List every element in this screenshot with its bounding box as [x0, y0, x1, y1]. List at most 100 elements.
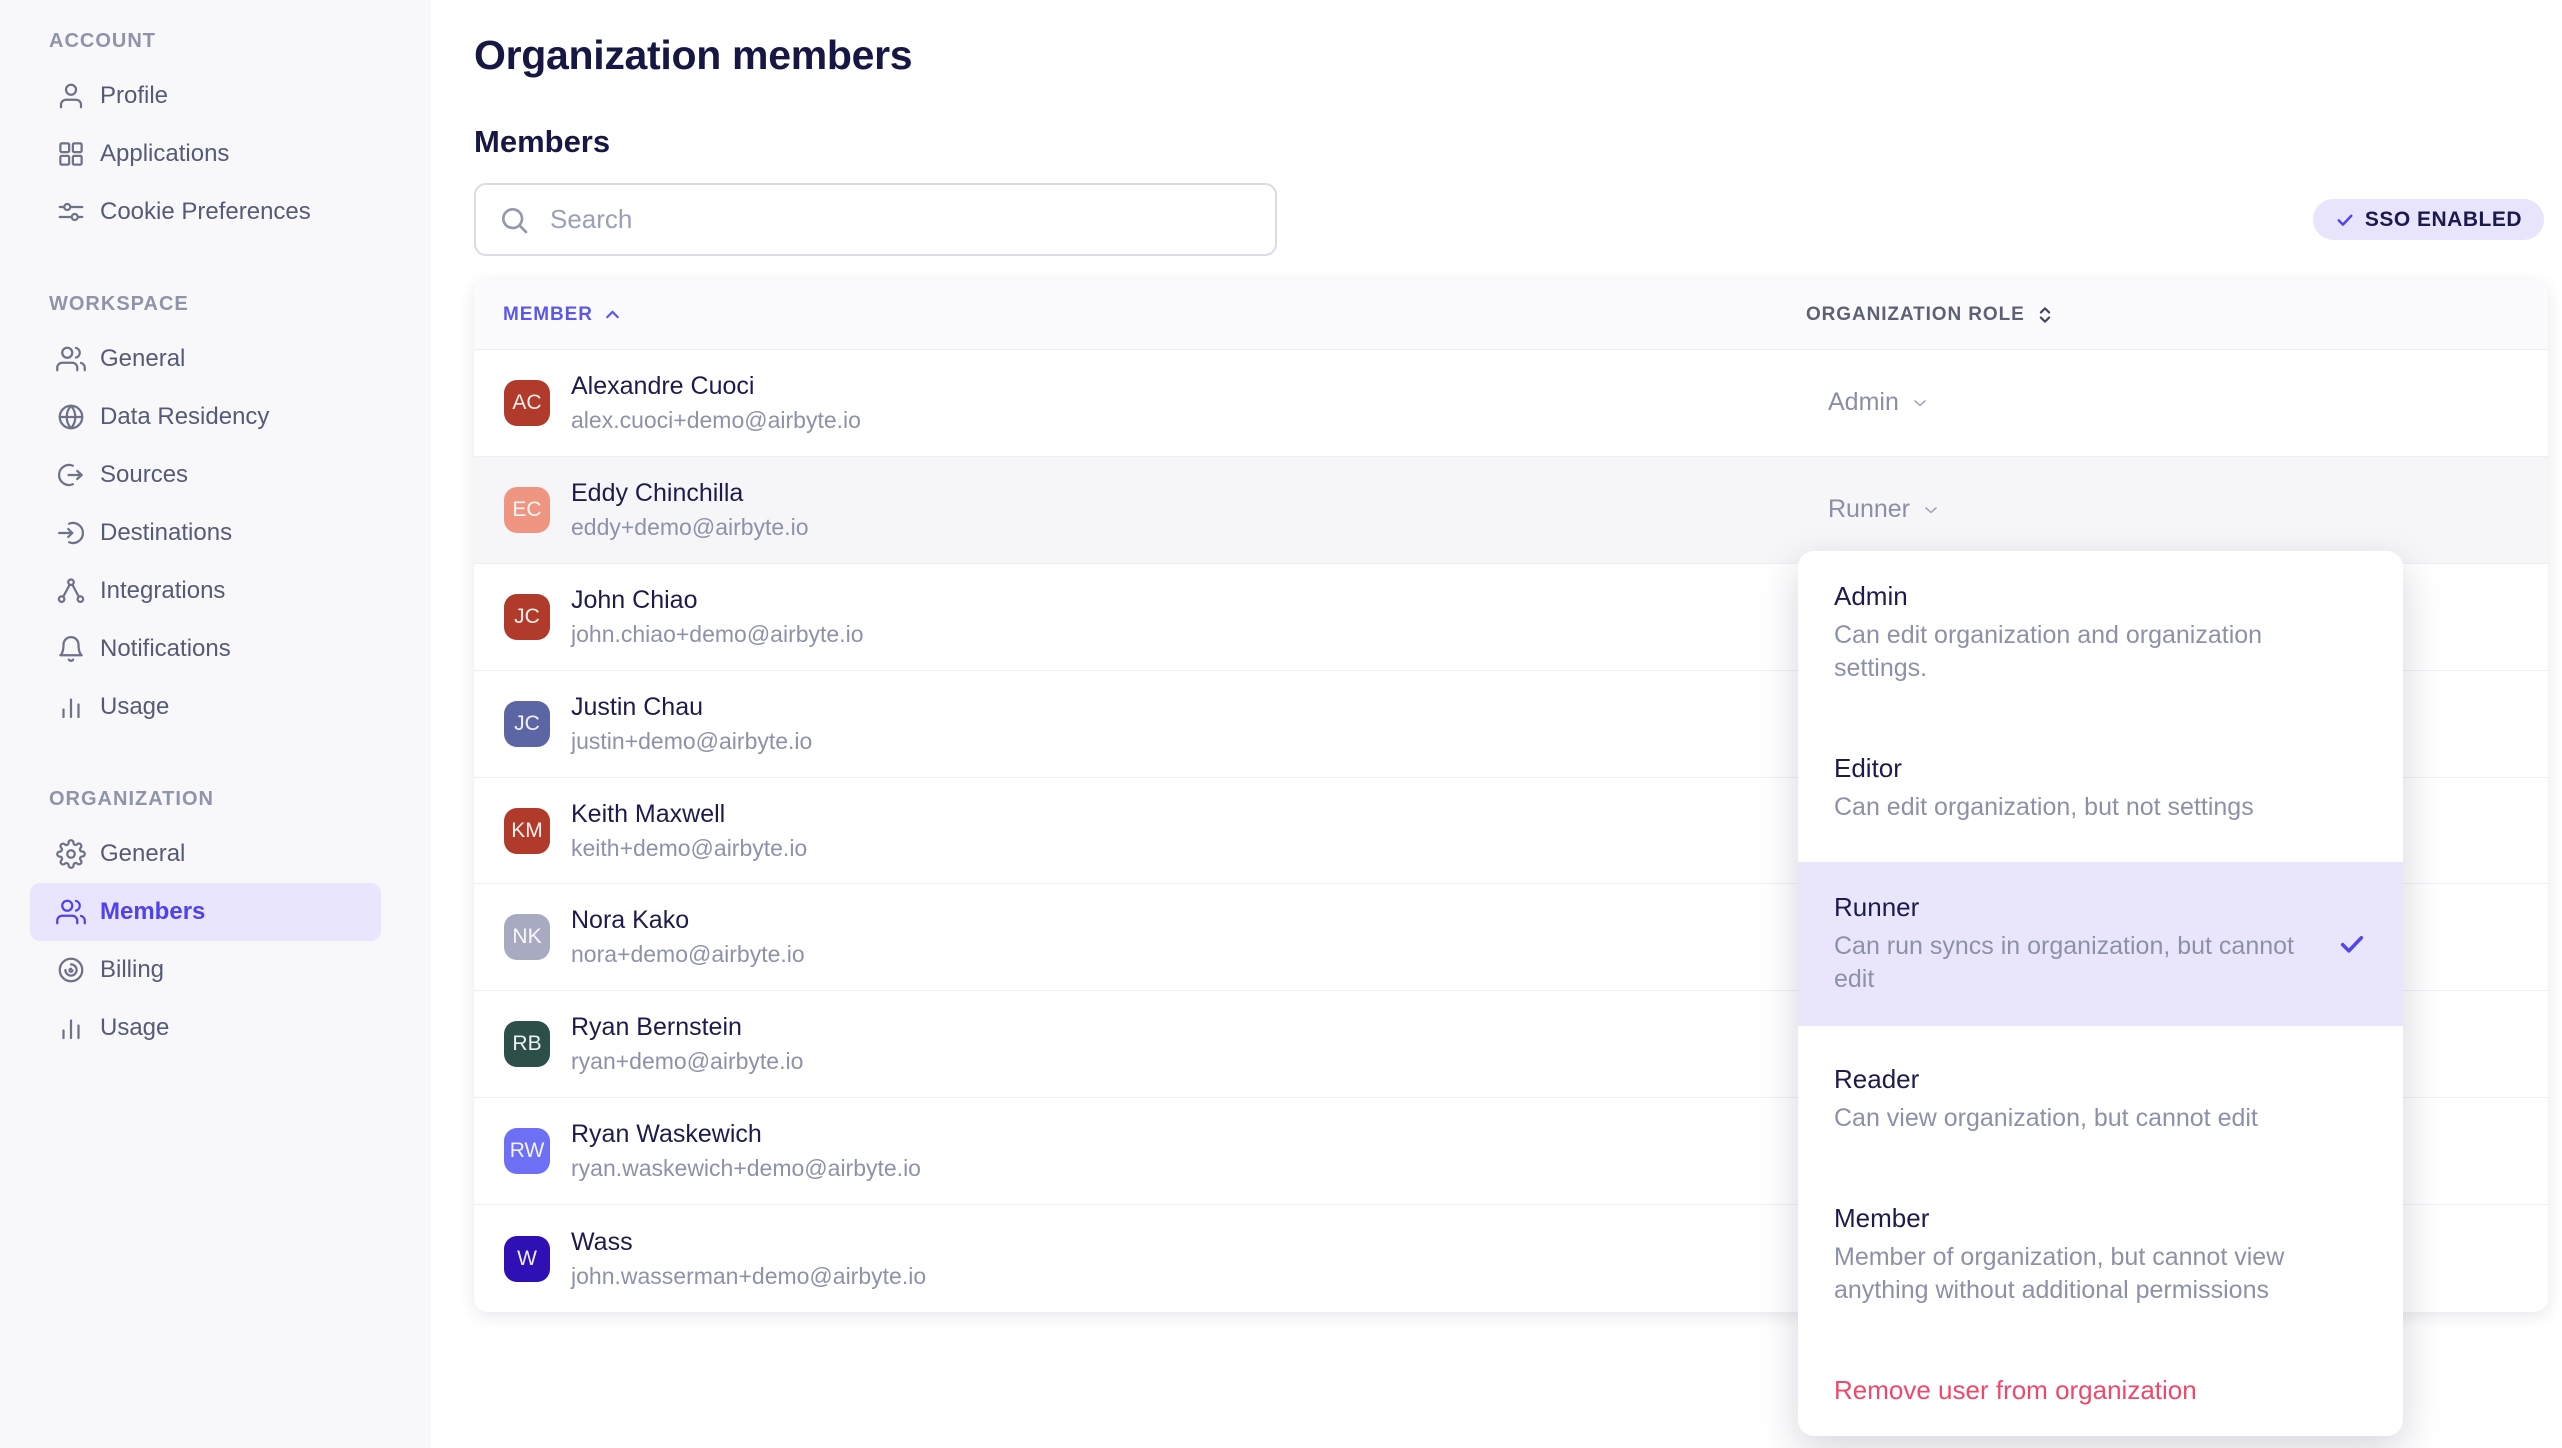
sliders-icon: [56, 197, 86, 227]
sidebar-item-label: Applications: [100, 140, 229, 168]
member-name: Alexandre Cuoci: [571, 372, 861, 401]
sidebar-section-label: WORKSPACE: [49, 293, 431, 316]
role-select[interactable]: Runner: [1806, 495, 2548, 524]
member-cell: JC John Chiaojohn.chiao+demo@airbyte.io: [474, 586, 1806, 648]
chevron-down-icon: [1921, 500, 1941, 520]
sidebar-item-sources[interactable]: Sources: [30, 446, 381, 504]
member-info: Keith Maxwellkeith+demo@airbyte.io: [571, 800, 807, 862]
member-info: Eddy Chinchillaeddy+demo@airbyte.io: [571, 479, 809, 541]
sidebar-item-usage[interactable]: Usage: [30, 999, 381, 1057]
sidebar-item-billing[interactable]: Billing: [30, 941, 381, 999]
member-name: Nora Kako: [571, 906, 805, 935]
organization-members-page: ACCOUNT Profile Applications Cookie Prefere…: [0, 0, 2562, 1448]
member-name: Wass: [571, 1228, 926, 1257]
sidebar-item-general[interactable]: General: [30, 825, 381, 883]
role-select[interactable]: Admin: [1806, 388, 2548, 417]
sidebar-item-applications[interactable]: Applications: [30, 125, 381, 183]
sidebar-section-account: ACCOUNT Profile Applications Cookie Prefere…: [0, 30, 431, 241]
member-cell: NKNora Kakonora+demo@airbyte.io: [474, 906, 1806, 968]
sidebar-item-destinations[interactable]: Destinations: [30, 504, 381, 562]
sidebar-item-label: Cookie Preferences: [100, 198, 311, 226]
member-cell: EC Eddy Chinchillaeddy+demo@airbyte.io: [474, 479, 1806, 541]
integrations-icon: [56, 576, 86, 606]
remove-user-button[interactable]: Remove user from organization: [1798, 1345, 2403, 1436]
role-option-title: Admin: [1834, 581, 2367, 612]
check-icon: [2335, 210, 2355, 230]
role-option-editor[interactable]: EditorCan edit organization, but not set…: [1798, 723, 2403, 854]
member-info: Ryan Waskewichryan.waskewich+demo@airbyt…: [571, 1120, 921, 1182]
role-option-reader[interactable]: ReaderCan view organization, but cannot …: [1798, 1034, 2403, 1165]
sidebar-item-label: Sources: [100, 461, 188, 489]
chevron-down-icon: [1910, 393, 1930, 413]
sidebar-item-integrations[interactable]: Integrations: [30, 562, 381, 620]
role-option-runner[interactable]: RunnerCan run syncs in organization, but…: [1798, 862, 2403, 1026]
member-email: ryan+demo@airbyte.io: [571, 1048, 803, 1075]
source-icon: [56, 460, 86, 490]
grid-icon: [56, 139, 86, 169]
member-info: Alexandre Cuocialex.cuoci+demo@airbyte.i…: [571, 372, 861, 434]
role-option-description: Can edit organization and organization s…: [1834, 619, 2304, 685]
avatar: NK: [504, 914, 550, 960]
avatar: JC: [504, 701, 550, 747]
sidebar-item-label: Usage: [100, 693, 169, 721]
member-info: Justin Chaujustin+demo@airbyte.io: [571, 693, 812, 755]
role-option-admin[interactable]: Admin Can edit organization and organizat…: [1798, 551, 2403, 715]
member-column-header[interactable]: MEMBER: [474, 304, 1806, 326]
member-cell: AC Alexandre Cuocialex.cuoci+demo@airbyte…: [474, 372, 1806, 434]
avatar: KM: [504, 808, 550, 854]
avatar: W: [504, 1236, 550, 1282]
member-cell: KM Keith Maxwellkeith+demo@airbyte.io: [474, 800, 1806, 862]
sidebar-item-label: Data Residency: [100, 403, 269, 431]
bell-icon: [56, 634, 86, 664]
settings-sidebar: ACCOUNT Profile Applications Cookie Prefere…: [0, 0, 431, 1448]
sidebar-item-general[interactable]: General: [30, 330, 381, 388]
sort-toggle-icon: [2034, 304, 2056, 326]
sidebar-item-label: Integrations: [100, 577, 225, 605]
role-option-title: Reader: [1834, 1064, 2367, 1095]
avatar: EC: [504, 487, 550, 533]
member-email: eddy+demo@airbyte.io: [571, 514, 809, 541]
gear-icon: [56, 839, 86, 869]
sidebar-item-cookie-preferences[interactable]: Cookie Preferences: [30, 183, 381, 241]
sidebar-item-label: Profile: [100, 82, 168, 110]
member-info: John Chiaojohn.chiao+demo@airbyte.io: [571, 586, 864, 648]
avatar: RW: [504, 1128, 550, 1174]
organization-role-column-header[interactable]: ORGANIZATION ROLE: [1806, 304, 2548, 326]
sidebar-item-label: Billing: [100, 956, 164, 984]
member-email: john.chiao+demo@airbyte.io: [571, 621, 864, 648]
sso-badge-label: SSO ENABLED: [2365, 208, 2522, 232]
members-section-title: Members: [474, 124, 610, 160]
member-search: [474, 183, 1277, 256]
check-icon: [2337, 929, 2367, 959]
avatar: AC: [504, 380, 550, 426]
users-icon: [56, 344, 86, 374]
role-option-title: Runner: [1834, 892, 2367, 923]
role-option-member[interactable]: MemberMember of organization, but cannot…: [1798, 1173, 2403, 1337]
role-option-title: Member: [1834, 1203, 2367, 1234]
sidebar-item-members[interactable]: Members: [30, 883, 381, 941]
table-row: AC Alexandre Cuocialex.cuoci+demo@airbyte…: [474, 350, 2548, 457]
avatar: JC: [504, 594, 550, 640]
sidebar-section-label: ACCOUNT: [49, 30, 431, 53]
globe-icon: [56, 402, 86, 432]
sidebar-item-usage[interactable]: Usage: [30, 678, 381, 736]
table-header-row: MEMBER ORGANIZATION ROLE: [474, 280, 2548, 350]
billing-icon: [56, 955, 86, 985]
sso-enabled-badge: SSO ENABLED: [2313, 199, 2544, 240]
sidebar-item-data-residency[interactable]: Data Residency: [30, 388, 381, 446]
member-name: Justin Chau: [571, 693, 812, 722]
member-cell: JC Justin Chaujustin+demo@airbyte.io: [474, 693, 1806, 755]
sidebar-item-label: Notifications: [100, 635, 231, 663]
sidebar-section-organization: ORGANIZATIONGeneralMembersBillingUsage: [0, 788, 431, 1057]
sidebar-item-label: Usage: [100, 1014, 169, 1042]
sidebar-item-profile[interactable]: Profile: [30, 67, 381, 125]
page-title: Organization members: [474, 32, 912, 79]
sidebar-section-workspace: WORKSPACE General Data Residency Sources Des…: [0, 293, 431, 736]
sidebar-item-label: General: [100, 345, 185, 373]
member-cell: W Wassjohn.wasserman+demo@airbyte.io: [474, 1228, 1806, 1290]
sidebar-item-label: Members: [100, 898, 205, 926]
search-input[interactable]: [474, 183, 1277, 256]
role-dropdown-menu: Admin Can edit organization and organizat…: [1798, 551, 2403, 1436]
member-info: Wassjohn.wasserman+demo@airbyte.io: [571, 1228, 926, 1290]
sidebar-item-notifications[interactable]: Notifications: [30, 620, 381, 678]
